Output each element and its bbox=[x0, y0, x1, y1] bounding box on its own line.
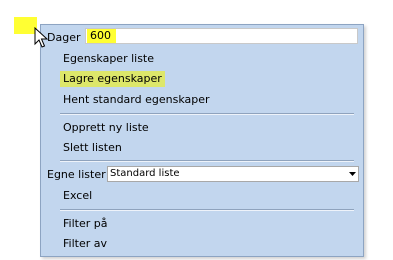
chevron-down-icon[interactable] bbox=[348, 169, 357, 179]
mouse-cursor-icon bbox=[34, 27, 48, 48]
menu-item-opprett-ny-liste[interactable]: Opprett ny liste bbox=[63, 120, 149, 136]
menu-separator bbox=[60, 160, 354, 162]
egne-lister-select[interactable]: Standard liste bbox=[107, 166, 359, 182]
menu-item-lagre-egenskaper[interactable]: Lagre egenskaper bbox=[60, 71, 165, 87]
menu-item-slett-listen[interactable]: Slett listen bbox=[63, 140, 122, 156]
context-menu: Dager 600 Egenskaper liste Lagre egenska… bbox=[40, 24, 364, 257]
menu-separator bbox=[60, 209, 354, 211]
menu-item-egenskaper-liste[interactable]: Egenskaper liste bbox=[63, 51, 154, 67]
menu-item-excel[interactable]: Excel bbox=[63, 188, 92, 204]
egne-lister-label: Egne lister bbox=[47, 168, 106, 181]
egne-lister-selected: Standard liste bbox=[110, 168, 180, 179]
dager-input[interactable]: 600 bbox=[85, 28, 358, 44]
menu-item-filter-av[interactable]: Filter av bbox=[63, 236, 107, 252]
dager-label: Dager bbox=[47, 31, 81, 44]
menu-item-filter-pa[interactable]: Filter på bbox=[63, 216, 107, 232]
menu-item-hent-standard-egenskaper[interactable]: Hent standard egenskaper bbox=[63, 92, 210, 108]
dager-value: 600 bbox=[87, 29, 116, 43]
menu-separator bbox=[60, 113, 354, 115]
dager-row: Dager bbox=[47, 29, 84, 46]
